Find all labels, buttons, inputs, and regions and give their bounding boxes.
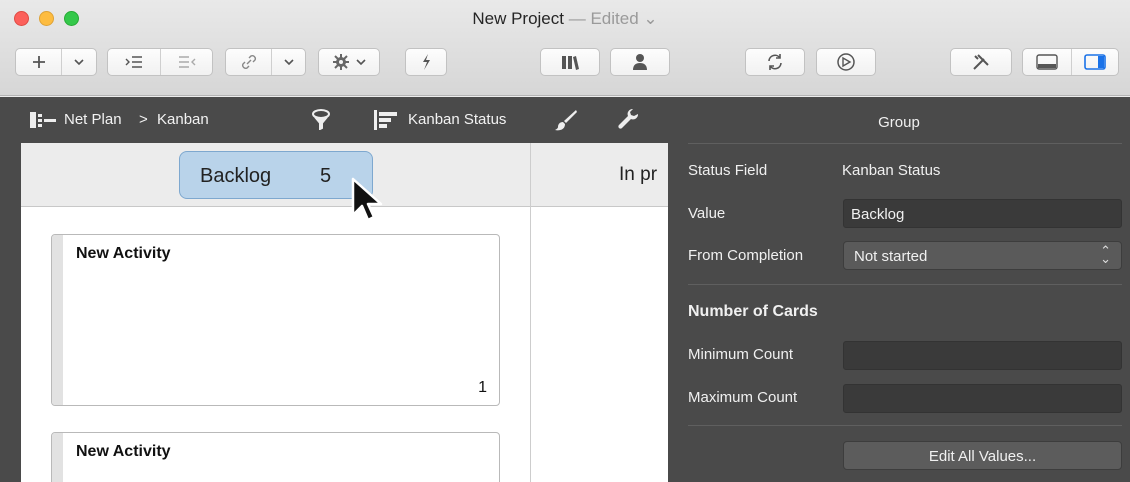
sync-button[interactable]	[745, 48, 805, 76]
person-segment	[611, 49, 669, 75]
column-header-row: Backlog 5 In pr	[21, 143, 668, 207]
window-title[interactable]: New Project — Edited ⌄	[0, 9, 1130, 29]
breadcrumb-root[interactable]: Net Plan	[64, 111, 122, 128]
customize-button[interactable]	[950, 48, 1012, 76]
sidebar-panel-icon	[1083, 54, 1106, 70]
minimum-count-field[interactable]	[843, 341, 1122, 370]
indent-button[interactable]	[108, 49, 160, 75]
divider	[688, 143, 1122, 144]
indent-icon	[125, 56, 143, 68]
document-name: New Project	[472, 9, 564, 28]
column-name: Backlog	[200, 165, 272, 187]
value-label: Value	[688, 205, 726, 222]
library-button[interactable]	[540, 48, 600, 76]
board-canvas: Backlog 5 In pr New Activity 1 New Activ…	[21, 143, 668, 482]
add-menu-button[interactable]	[61, 49, 96, 75]
link-button[interactable]	[226, 49, 271, 75]
status-field-selector[interactable]: Kanban Status	[408, 111, 506, 128]
wrench-icon[interactable]	[617, 108, 641, 132]
breadcrumb-separator: >	[139, 111, 148, 128]
activity-card[interactable]: New Activity 1	[51, 234, 500, 406]
inspector-panel-button[interactable]	[1070, 49, 1119, 75]
card-title: New Activity	[76, 443, 171, 460]
tools-segment	[951, 49, 1011, 75]
tools-icon	[973, 54, 989, 70]
outdent-button[interactable]	[160, 49, 212, 75]
group-inspector: Group Status Field Kanban Status Value B…	[668, 97, 1130, 482]
add-button[interactable]	[16, 49, 61, 75]
gear-icon	[333, 54, 349, 70]
link-menu-button[interactable]	[271, 49, 305, 75]
share-segment	[817, 49, 875, 75]
link-control	[225, 48, 306, 76]
indent-control	[107, 48, 213, 76]
column-count: 5	[320, 165, 332, 187]
window-titlebar: New Project — Edited ⌄	[0, 0, 1130, 96]
maximum-count-label: Maximum Count	[688, 389, 798, 406]
divider	[688, 425, 1122, 426]
column-header-in-progress[interactable]: In pr	[619, 164, 668, 186]
kanban-board: Backlog 5 In pr New Activity 1 New Activ…	[0, 143, 668, 482]
from-completion-label: From Completion	[688, 247, 804, 264]
card-status-strip	[52, 235, 63, 405]
breadcrumb-current[interactable]: Kanban	[157, 111, 209, 128]
add-control	[15, 48, 97, 76]
popup-arrows-icon: ⌃ ⌄	[1100, 243, 1111, 266]
resources-button[interactable]	[610, 48, 670, 76]
chevron-down-icon	[356, 58, 366, 65]
kanban-status-icon[interactable]	[374, 110, 398, 130]
edit-all-values-button[interactable]: Edit All Values...	[843, 441, 1122, 470]
from-completion-popup[interactable]: Not started ⌃ ⌄	[843, 241, 1122, 270]
status-field-value: Kanban Status	[842, 162, 941, 179]
network-icon	[30, 112, 56, 128]
lightning-segment	[406, 49, 446, 75]
minimum-count-label: Minimum Count	[688, 346, 794, 363]
sync-segment	[746, 49, 804, 75]
chevron-down-icon: ⌄	[643, 9, 658, 28]
plus-icon	[32, 56, 45, 68]
bottom-panel-button[interactable]	[1023, 49, 1071, 75]
share-button[interactable]	[816, 48, 876, 76]
outdent-icon	[178, 56, 196, 68]
status-field-label: Status Field	[688, 162, 768, 179]
card-number: 1	[478, 379, 487, 396]
section-heading: Number of Cards	[688, 303, 818, 320]
chevron-down-icon	[74, 58, 84, 65]
chevron-down-icon	[284, 58, 294, 65]
library-icon	[562, 56, 579, 70]
action-menu-button[interactable]	[318, 48, 380, 76]
filter-icon[interactable]	[311, 108, 331, 130]
library-segment	[541, 49, 599, 75]
value-field[interactable]: Backlog	[843, 199, 1122, 228]
divider	[688, 284, 1122, 285]
view-toggle	[1022, 48, 1119, 76]
inspector-title: Group	[878, 114, 920, 131]
gear-menu	[319, 49, 379, 75]
share-icon	[837, 53, 855, 71]
column-header-backlog[interactable]: Backlog 5	[179, 151, 373, 199]
column-divider	[530, 143, 531, 482]
catch-up-button[interactable]	[405, 48, 447, 76]
edited-indicator: — Edited	[568, 9, 639, 28]
card-status-strip	[52, 433, 63, 482]
brush-icon[interactable]	[554, 108, 578, 132]
link-icon	[241, 55, 256, 69]
maximum-count-field[interactable]	[843, 384, 1122, 413]
activity-card[interactable]: New Activity	[51, 432, 500, 482]
card-title: New Activity	[76, 245, 171, 262]
bottom-panel-icon	[1036, 54, 1058, 70]
mouse-cursor-icon	[351, 177, 383, 222]
person-icon	[633, 54, 647, 70]
lightning-icon	[423, 54, 430, 70]
sync-icon	[768, 54, 782, 70]
from-completion-value: Not started	[854, 248, 928, 265]
